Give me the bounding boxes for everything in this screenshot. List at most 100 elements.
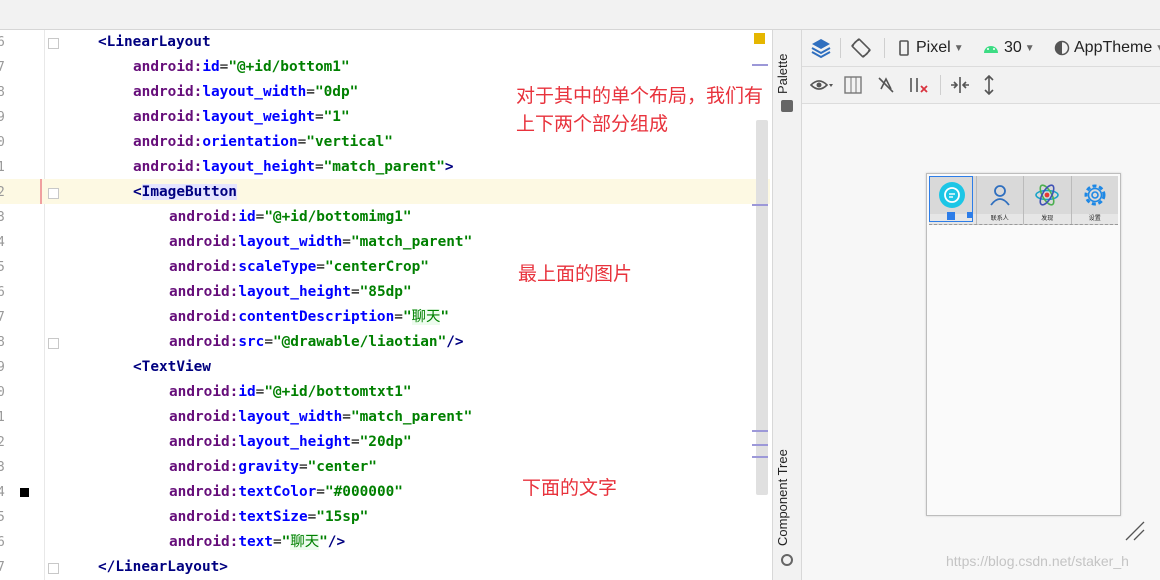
code-token: = (307, 509, 317, 525)
code-text: <TextView (133, 355, 211, 380)
code-token: = (342, 234, 351, 250)
code-line[interactable]: 6 <LinearLayout (0, 30, 770, 55)
line-number: 2 (0, 185, 5, 200)
toolbar-separator (840, 38, 841, 58)
code-token: android: (133, 159, 203, 175)
code-line[interactable]: 6 android:text="聊天"/> (0, 530, 770, 555)
code-token: android: (169, 509, 239, 525)
code-token: = (342, 409, 351, 425)
device-label: Pixel (916, 39, 951, 56)
code-text: android:gravity="center" (169, 455, 377, 480)
tab-discover[interactable]: 发现 (1024, 176, 1072, 224)
code-token: layout_width (202, 84, 307, 100)
code-line[interactable]: 8 android:src="@drawable/liaotian"/> (0, 330, 770, 355)
palette-icon (781, 100, 793, 112)
xml-code-editor[interactable]: 6 <LinearLayout 7 android:id="@+id/bottom1"… (0, 30, 770, 580)
code-line[interactable]: 1 android:layout_height="match_parent"> (0, 155, 770, 180)
code-line[interactable]: 6 android:layout_height="85dp" (0, 280, 770, 305)
code-token: "0dp" (314, 84, 359, 100)
line-number: 5 (0, 510, 5, 525)
code-line[interactable]: 7 android:id="@+id/bottom1" (0, 55, 770, 80)
code-token: android: (133, 59, 203, 75)
tab-chat[interactable] (929, 176, 977, 224)
code-token: = (255, 209, 265, 225)
code-token: android: (169, 409, 239, 425)
code-token: = (316, 484, 325, 500)
resize-handle[interactable] (967, 212, 973, 218)
code-line[interactable]: 7 </LinearLayout> (0, 555, 770, 580)
theme-selector[interactable]: AppTheme▼ (1054, 30, 1160, 66)
view-options-icon[interactable] (810, 67, 834, 103)
code-token: = (306, 84, 315, 100)
horizontal-guideline-icon[interactable] (950, 67, 970, 103)
code-text: android:layout_height="85dp" (169, 280, 412, 305)
code-line[interactable]: 4 android:textColor="#000000" (0, 480, 770, 505)
orientation-icon[interactable] (850, 30, 872, 66)
resize-handle[interactable] (947, 212, 955, 220)
tab-contacts[interactable]: 联系人 (976, 176, 1024, 224)
color-swatch-icon (20, 488, 29, 497)
code-token: contentDescription (238, 309, 395, 325)
device-selector[interactable]: Pixel ▼ (898, 30, 964, 66)
fold-marker-icon[interactable] (48, 38, 59, 49)
code-token: "match_parent" (350, 234, 473, 250)
code-line[interactable]: 2 android:layout_height="20dp" (0, 430, 770, 455)
code-line[interactable]: 1 android:layout_width="match_parent" (0, 405, 770, 430)
code-line[interactable]: 4 android:layout_width="match_parent" (0, 230, 770, 255)
toolbar-separator (884, 38, 885, 58)
discover-icon (1032, 180, 1062, 210)
code-token: layout_height (202, 159, 315, 175)
code-line[interactable]: 2 <ImageButton (0, 180, 770, 205)
line-number: 4 (0, 485, 5, 500)
code-token: 聊天 (411, 309, 441, 325)
autoconnect-off-icon[interactable] (876, 67, 896, 103)
code-line[interactable]: 5 android:scaleType="centerCrop" (0, 255, 770, 280)
line-number: 3 (0, 460, 5, 475)
annotation-layout-note-line2: 上下两个部分组成 (516, 113, 669, 135)
component-tree-tab[interactable]: Component Tree (775, 449, 790, 546)
annotation-layout-note: 对于其中的单个布局，我们有 上下两个部分组成 (516, 82, 763, 138)
code-token: <LinearLayout (98, 34, 211, 50)
component-tree-icon (781, 554, 793, 566)
code-token: "centerCrop" (324, 259, 429, 275)
code-token: = (255, 384, 265, 400)
code-line[interactable]: 3 android:gravity="center" (0, 455, 770, 480)
code-line[interactable]: 0 android:id="@+id/bottomtxt1" (0, 380, 770, 405)
device-preview[interactable]: 联系人 发现 设置 (926, 173, 1121, 516)
code-token: = (298, 459, 308, 475)
code-token: "@+id/bottomtxt1" (264, 384, 412, 400)
palette-tab[interactable]: Palette (775, 54, 790, 94)
code-token: /> (327, 534, 346, 550)
scroll-marker (752, 430, 768, 432)
code-line[interactable]: 3 android:id="@+id/bottomimg1" (0, 205, 770, 230)
code-token: "match_parent" (350, 409, 473, 425)
fold-marker-icon[interactable] (48, 563, 59, 574)
code-token: android: (169, 234, 239, 250)
code-line[interactable]: 7 android:contentDescription="聊天" (0, 305, 770, 330)
layers-icon[interactable] (810, 30, 832, 66)
fold-marker-icon[interactable] (48, 338, 59, 349)
line-number: 5 (0, 260, 5, 275)
code-text: <LinearLayout (98, 30, 211, 55)
fold-marker-icon[interactable] (48, 188, 59, 199)
clear-constraints-icon[interactable] (908, 67, 930, 103)
code-token: </LinearLayout> (98, 559, 228, 575)
code-line[interactable]: 5 android:textSize="15sp" (0, 505, 770, 530)
tab-settings[interactable]: 设置 (1071, 176, 1118, 224)
vertical-resize-icon[interactable] (982, 67, 996, 103)
canvas-resize-handle[interactable] (1124, 520, 1146, 542)
code-token: < (133, 184, 142, 200)
code-token: layout_width (238, 409, 343, 425)
phone-icon (899, 40, 909, 56)
blueprint-toggle-icon[interactable] (844, 67, 862, 103)
warning-marker[interactable] (754, 33, 765, 44)
editor-scrollbar[interactable] (756, 120, 768, 495)
api-level-selector[interactable]: 30 ▼ (982, 30, 1035, 66)
scroll-marker (752, 444, 768, 446)
code-text: android:layout_height="match_parent"> (133, 155, 454, 180)
window-top-strip (0, 0, 1160, 30)
line-number: 8 (0, 335, 5, 350)
code-token: android: (169, 484, 239, 500)
code-token: android: (169, 434, 239, 450)
code-line[interactable]: 9 <TextView (0, 355, 770, 380)
